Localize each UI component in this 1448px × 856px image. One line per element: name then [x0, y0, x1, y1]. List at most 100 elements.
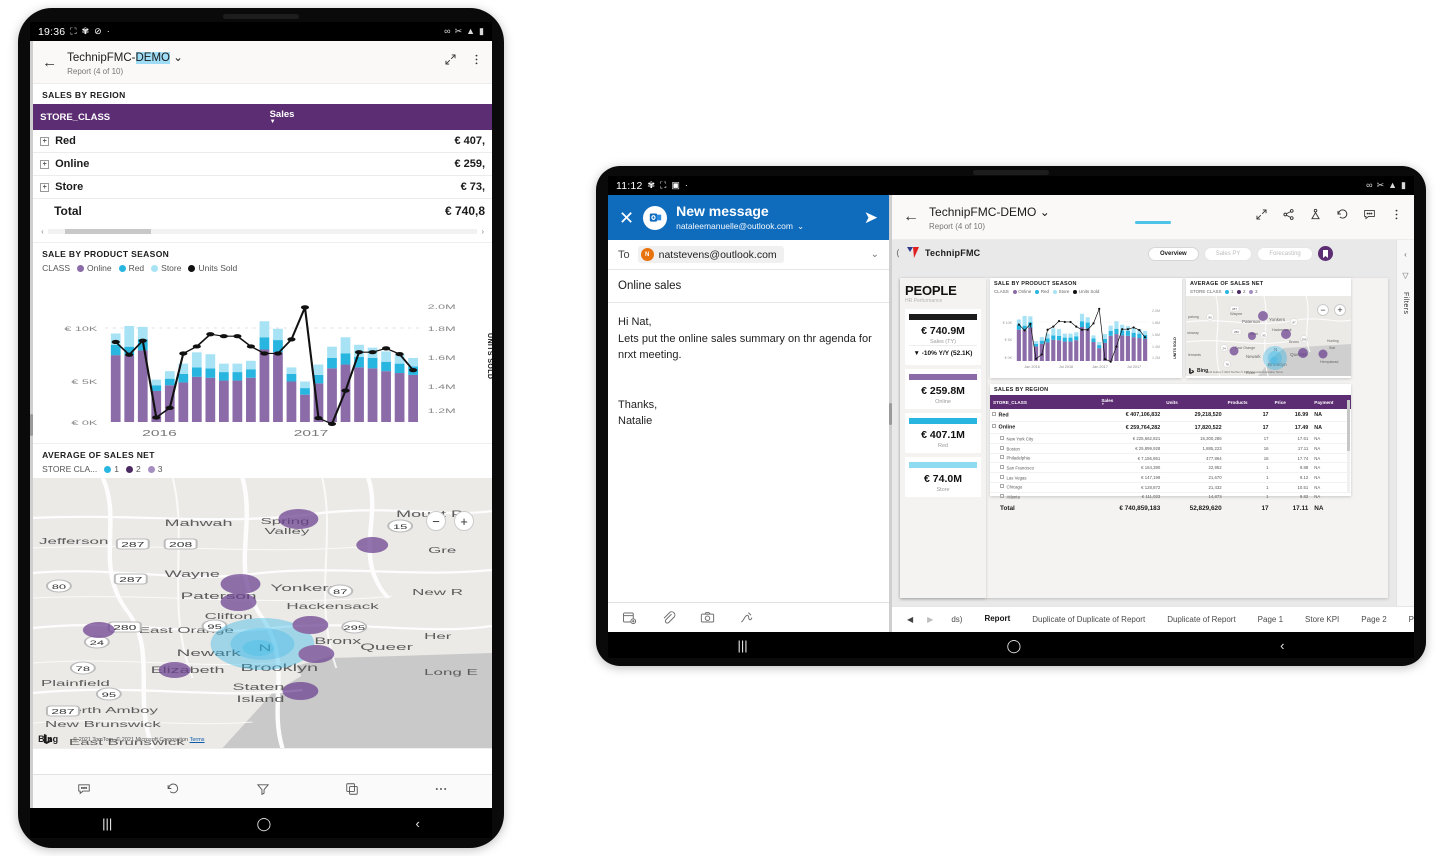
- fullscreen-icon[interactable]: [444, 53, 457, 71]
- bar-segment[interactable]: [1074, 332, 1079, 337]
- bar-segment[interactable]: [232, 363, 243, 373]
- bar-segment[interactable]: [1051, 335, 1056, 340]
- bar-segment[interactable]: [259, 349, 270, 422]
- nav-pill-overview[interactable]: Overview: [1148, 246, 1199, 261]
- bar-segment[interactable]: [178, 373, 189, 383]
- collapse-icon[interactable]: ‹: [1404, 250, 1407, 259]
- table-row[interactable]: San Francisco € 164,390 22,952 1 9.88 NA: [990, 462, 1352, 474]
- comment-icon[interactable]: [77, 782, 91, 801]
- bar-segment[interactable]: [1028, 316, 1033, 323]
- back-icon[interactable]: ‹: [1280, 639, 1284, 652]
- table-row[interactable]: Online € 259,764,282 17,820,522 17 17.49 NA: [990, 421, 1352, 435]
- nav-pill-sales-py[interactable]: Sales PY: [1203, 246, 1253, 261]
- compose-from-row[interactable]: nataleemanuelle@outlook.com ⌄: [676, 221, 855, 232]
- close-icon[interactable]: ✕: [619, 209, 634, 227]
- send-button[interactable]: ➤: [864, 209, 878, 226]
- expand-icon[interactable]: [1000, 465, 1005, 470]
- zoom-in-button[interactable]: +: [454, 511, 475, 531]
- bar-segment[interactable]: [1120, 335, 1125, 361]
- table-row[interactable]: Philadelphia € 7,156,861 477,864 16 17.74 NA: [990, 453, 1352, 464]
- line-marker[interactable]: [138, 338, 147, 343]
- line-marker[interactable]: [1109, 360, 1112, 363]
- zoom-out-button[interactable]: −: [426, 511, 447, 531]
- table-row[interactable]: Red € 407,106,832 29,218,520 17 16.99 NA: [990, 409, 1352, 422]
- line-marker[interactable]: [368, 350, 377, 355]
- line-marker[interactable]: [219, 334, 229, 339]
- to-field-row[interactable]: To N natstevens@outlook.com ⌄: [608, 240, 890, 271]
- bar-segment[interactable]: [165, 378, 175, 386]
- row-label[interactable]: New York City: [990, 433, 1099, 445]
- bar-segment[interactable]: [205, 368, 216, 378]
- line-marker[interactable]: [111, 339, 120, 345]
- bar-segment[interactable]: [286, 367, 297, 374]
- chevron-down-icon[interactable]: ⌄: [1040, 205, 1050, 219]
- filter-icon[interactable]: ▽: [1402, 271, 1408, 280]
- table-row[interactable]: Boston € 25,899,928 1,885,223 16 17.11 NA: [990, 443, 1352, 454]
- average-of-sales-net-visual[interactable]: AVERAGE OF SALES NET STORE CLASS 1 2 3 W…: [1186, 278, 1352, 378]
- bar-segment[interactable]: [1085, 322, 1090, 329]
- line-marker[interactable]: [273, 351, 283, 356]
- page-tab-page-3[interactable]: Page 3: [1398, 607, 1414, 632]
- line-marker[interactable]: [1121, 328, 1124, 331]
- legend-item-3[interactable]: 3: [1249, 289, 1258, 294]
- line-marker[interactable]: [1144, 336, 1147, 339]
- back-icon[interactable]: ←: [903, 208, 919, 226]
- bar-segment[interactable]: [327, 346, 337, 358]
- bar-segment[interactable]: [313, 364, 324, 375]
- report-canvas[interactable]: ⟨ TechnipFMC Overview Sales PY Forecasti…: [892, 240, 1414, 606]
- sales-by-region-table[interactable]: STORE_CLASS Sales ▼ Units Products Price …: [990, 395, 1352, 516]
- scroll-thumb[interactable]: [64, 229, 151, 234]
- bar-segment[interactable]: [1091, 342, 1096, 361]
- more-icon[interactable]: [1390, 208, 1403, 226]
- bar-segment[interactable]: [1085, 317, 1090, 323]
- bar-segment[interactable]: [1068, 341, 1073, 361]
- col-products[interactable]: Products: [1224, 395, 1272, 409]
- bar-segment[interactable]: [1097, 348, 1102, 361]
- line-marker[interactable]: [125, 352, 134, 357]
- bar-segment[interactable]: [1056, 335, 1062, 341]
- bar-segment[interactable]: [124, 355, 135, 422]
- calendar-icon[interactable]: [622, 610, 637, 625]
- bar-segment[interactable]: [1114, 321, 1119, 329]
- reset-icon[interactable]: [166, 782, 180, 801]
- bar-segment[interactable]: [1022, 329, 1027, 361]
- page-tab-truncated[interactable]: ds): [940, 607, 973, 632]
- bar-segment[interactable]: [259, 321, 270, 338]
- line-marker[interactable]: [409, 368, 418, 373]
- bar-segment[interactable]: [381, 361, 392, 372]
- subject-input[interactable]: Online sales: [608, 270, 890, 304]
- bar-segment[interactable]: [286, 381, 297, 422]
- pages-icon[interactable]: [345, 782, 359, 801]
- legend-item-1[interactable]: 1: [104, 464, 119, 474]
- bar-segment[interactable]: [1137, 338, 1142, 361]
- bar-segment[interactable]: [300, 381, 310, 389]
- legend-item-units-sold[interactable]: Units Sold: [1073, 289, 1099, 294]
- attach-icon[interactable]: [661, 610, 676, 625]
- row-label[interactable]: Chicago: [990, 482, 1099, 493]
- bar-segment[interactable]: [232, 380, 243, 422]
- line-marker[interactable]: [179, 351, 188, 356]
- bar-segment[interactable]: [137, 326, 148, 340]
- col-store-class[interactable]: STORE_CLASS: [33, 104, 263, 130]
- legend-item-2[interactable]: 2: [1237, 289, 1245, 294]
- expand-icon[interactable]: [992, 424, 997, 429]
- bar-segment[interactable]: [110, 355, 121, 422]
- scroll-track[interactable]: [47, 229, 478, 234]
- bar-segment[interactable]: [1097, 342, 1102, 346]
- line-marker[interactable]: [1092, 322, 1095, 325]
- bar-segment[interactable]: [1085, 328, 1090, 361]
- page-tab-page-2[interactable]: Page 2: [1350, 607, 1397, 632]
- row-label[interactable]: Philadelphia: [990, 453, 1099, 464]
- bar-segment[interactable]: [1114, 328, 1119, 335]
- bar-segment[interactable]: [354, 367, 365, 422]
- line-marker[interactable]: [1086, 328, 1089, 331]
- bar-segment[interactable]: [381, 351, 392, 362]
- bar-segment[interactable]: [1022, 315, 1027, 326]
- fullscreen-icon[interactable]: [1255, 208, 1268, 226]
- bar-segment[interactable]: [300, 394, 310, 422]
- reset-icon[interactable]: [1336, 208, 1349, 226]
- col-price[interactable]: Price: [1271, 395, 1312, 409]
- annotate-icon[interactable]: [1309, 208, 1322, 226]
- table-row[interactable]: Atlanta € 111,023 14,873 1 9.82 NA: [990, 492, 1352, 503]
- bar-segment[interactable]: [1137, 333, 1142, 339]
